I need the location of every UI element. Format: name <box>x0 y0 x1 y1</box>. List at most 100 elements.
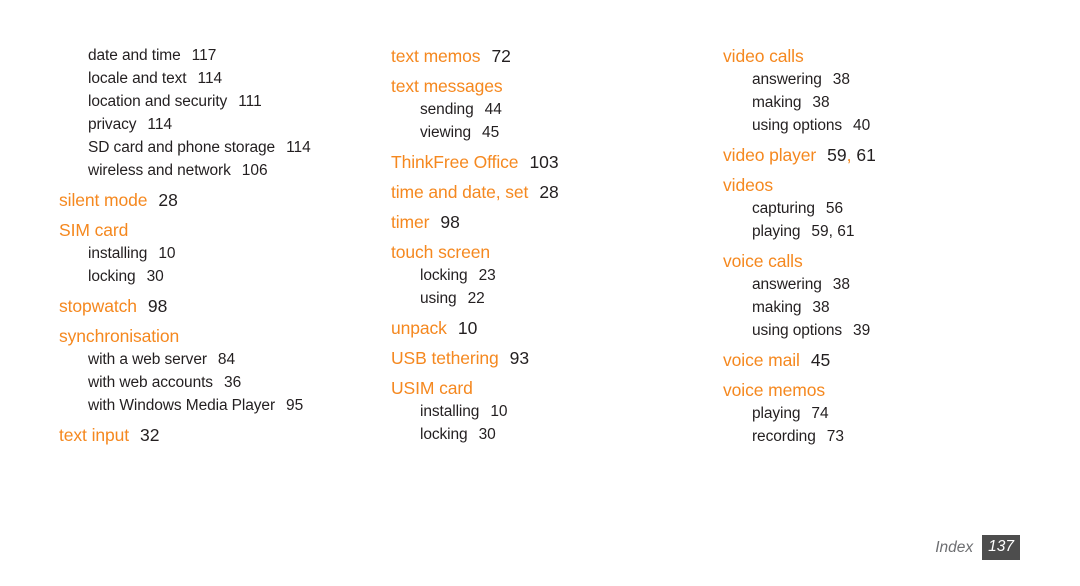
index-subentry[interactable]: with a web server 84 <box>59 348 389 371</box>
index-entry-group: text memos 72 <box>391 44 711 68</box>
index-subentry[interactable]: sending 44 <box>391 98 711 121</box>
index-heading-label: voice calls <box>723 251 803 271</box>
index-column-1: date and time 117 locale and text 114 locati… <box>59 44 389 453</box>
index-subentry-label: installing <box>420 403 480 420</box>
index-heading[interactable]: USIM card <box>391 376 711 400</box>
index-heading[interactable]: timer 98 <box>391 210 711 234</box>
index-subentry-list: installing 10 locking 30 <box>59 242 389 288</box>
index-subentry-label: sending <box>420 101 474 118</box>
index-heading[interactable]: SIM card <box>59 218 389 242</box>
index-heading[interactable]: voice memos <box>723 378 1053 402</box>
index-subentry-label: installing <box>88 245 148 262</box>
index-column-2: text memos 72 text messages sending 44 viewin… <box>391 44 711 452</box>
page-number: 98 <box>147 296 168 316</box>
index-entry-group: video calls answering 38 making 38 using opti… <box>723 44 1053 137</box>
page-number: 56 <box>825 200 844 217</box>
index-subentry[interactable]: location and security 111 <box>59 90 389 113</box>
index-entry-group: voice memos playing 74 recording 73 <box>723 378 1053 448</box>
page-number: 38 <box>812 94 830 111</box>
page-number: 28 <box>158 190 178 210</box>
index-entry-group: USIM card installing 10 locking 30 <box>391 376 711 446</box>
index-heading[interactable]: text input 32 <box>59 423 389 447</box>
index-heading[interactable]: voice calls <box>723 249 1053 273</box>
index-subentry[interactable]: answering 38 <box>723 273 1053 296</box>
index-subentry-label: answering <box>752 71 822 88</box>
page-number: 28 <box>539 182 559 202</box>
index-subentry-label: location and security <box>88 93 228 110</box>
index-heading[interactable]: videos <box>723 173 1053 197</box>
page-number: 111 <box>238 93 262 110</box>
index-entry-group: silent mode 28 <box>59 188 389 212</box>
page-number: 38 <box>832 276 851 293</box>
page-number: 30 <box>146 268 164 285</box>
index-heading[interactable]: voice mail 45 <box>723 348 1053 372</box>
page-number: 10 <box>490 403 508 420</box>
index-subentry[interactable]: using options 40 <box>723 114 1053 137</box>
index-heading-label: voice mail <box>723 350 800 370</box>
page-number: 32 <box>140 425 160 445</box>
index-subentry[interactable]: making 38 <box>723 91 1053 114</box>
index-subentry[interactable]: SD card and phone storage 114 <box>59 136 389 159</box>
page-number: 114 <box>286 139 311 156</box>
index-heading[interactable]: ThinkFree Office 103 <box>391 150 711 174</box>
index-subentry-label: making <box>752 94 802 111</box>
index-subentry[interactable]: playing 59, 61 <box>723 220 1053 243</box>
index-entry-group: timer 98 <box>391 210 711 234</box>
index-subentry[interactable]: playing 74 <box>723 402 1053 425</box>
index-heading-label: text memos <box>391 46 481 66</box>
index-subentry[interactable]: viewing 45 <box>391 121 711 144</box>
index-subentry[interactable]: installing 10 <box>391 400 711 423</box>
index-subentry[interactable]: privacy 114 <box>59 113 389 136</box>
index-entry-group: text input 32 <box>59 423 389 447</box>
index-subentry[interactable]: locking 23 <box>391 264 711 287</box>
index-subentry-label: playing <box>752 223 801 240</box>
index-subentry-label: making <box>752 299 802 316</box>
index-heading[interactable]: text messages <box>391 74 711 98</box>
index-heading-label: timer <box>391 212 430 232</box>
page-number: 38 <box>832 71 851 88</box>
page-number: 114 <box>147 116 173 133</box>
index-subentry-label: using options <box>752 117 843 134</box>
index-heading[interactable]: silent mode 28 <box>59 188 389 212</box>
index-subentry[interactable]: locale and text 114 <box>59 67 389 90</box>
index-heading-label: touch screen <box>391 242 490 262</box>
index-subentry-label: capturing <box>752 200 815 217</box>
index-heading[interactable]: text memos 72 <box>391 44 711 68</box>
index-heading[interactable]: stopwatch 98 <box>59 294 389 318</box>
index-subentry[interactable]: locking 30 <box>391 423 711 446</box>
index-heading[interactable]: time and date, set 28 <box>391 180 711 204</box>
index-entry-group: synchronisation with a web server 84 with w… <box>59 324 389 417</box>
footer-page-number-badge: 137 <box>982 535 1020 560</box>
page-number: 84 <box>217 351 236 368</box>
index-subentry[interactable]: installing 10 <box>59 242 389 265</box>
index-subentry[interactable]: with Windows Media Player 95 <box>59 394 389 417</box>
index-heading[interactable]: unpack 10 <box>391 316 711 340</box>
index-heading-label: text input <box>59 425 130 445</box>
page-number: 106 <box>241 162 268 179</box>
page-number: 114 <box>197 70 223 87</box>
index-subentry-label: using options <box>752 322 843 339</box>
index-heading[interactable]: touch screen <box>391 240 711 264</box>
index-subentry[interactable]: recording 73 <box>723 425 1053 448</box>
index-subentry[interactable]: using options 39 <box>723 319 1053 342</box>
page-number-separator: , <box>846 145 852 165</box>
index-heading[interactable]: USB tethering 93 <box>391 346 711 370</box>
index-subentry[interactable]: with web accounts 36 <box>59 371 389 394</box>
index-heading-label: text messages <box>391 76 503 96</box>
index-heading[interactable]: video calls <box>723 44 1053 68</box>
index-entry-group: voice mail 45 <box>723 348 1053 372</box>
index-subentry-label: with Windows Media Player <box>88 397 276 414</box>
index-heading[interactable]: video player 59, 61 <box>723 143 1053 167</box>
index-page: date and time 117 locale and text 114 locati… <box>0 0 1080 586</box>
index-subentry[interactable]: using 22 <box>391 287 711 310</box>
index-subentry[interactable]: wireless and network 106 <box>59 159 389 182</box>
index-subentry[interactable]: date and time 117 <box>59 44 389 67</box>
index-heading-label: synchronisation <box>59 326 180 346</box>
index-heading[interactable]: synchronisation <box>59 324 389 348</box>
index-subentry[interactable]: answering 38 <box>723 68 1053 91</box>
page-number: 93 <box>509 348 530 368</box>
index-subentry[interactable]: capturing 56 <box>723 197 1053 220</box>
index-heading-label: USB tethering <box>391 348 499 368</box>
index-subentry[interactable]: making 38 <box>723 296 1053 319</box>
index-subentry[interactable]: locking 30 <box>59 265 389 288</box>
